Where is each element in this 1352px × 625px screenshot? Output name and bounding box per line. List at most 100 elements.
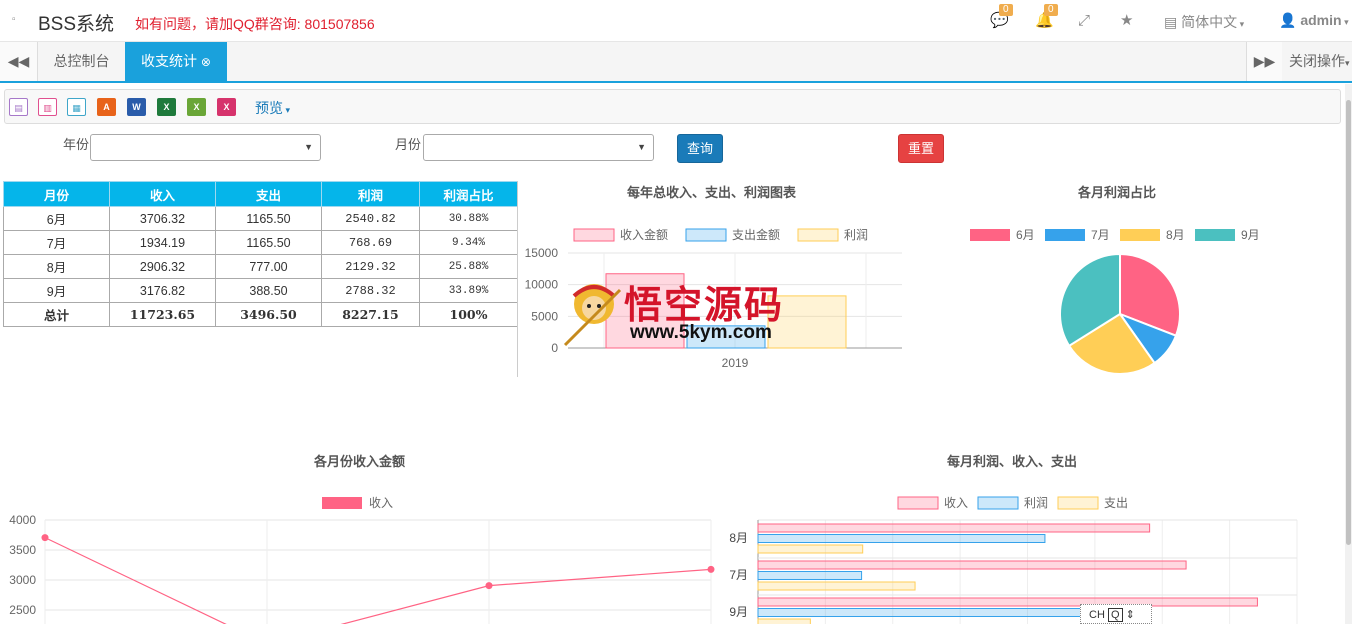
cell-total-share: 100% [419, 302, 518, 327]
print-preview-icon[interactable]: ▥ [38, 98, 57, 116]
table-row: 6月 3706.32 1165.50 2540.82 30.88% [3, 206, 518, 231]
cell-total-expense: 3496.50 [215, 302, 322, 327]
cell-total-label: 总计 [3, 302, 110, 327]
legend-label: 8月 [1166, 228, 1185, 242]
watermark-logo: 悟空源码 www.5kym.com [560, 270, 795, 350]
cell-income: 3176.82 [109, 278, 216, 303]
data-point [485, 582, 493, 590]
fullscreen-icon[interactable]: ⤢ [1078, 11, 1090, 31]
column-header: 月份 [3, 181, 110, 207]
cell-profit-share: 30.88% [419, 206, 518, 231]
legend-swatch [322, 497, 362, 509]
monthly-income-line-chart: 收入 4000 3500 3000 2500 [9, 496, 715, 624]
legend-label: 支出金额 [732, 227, 780, 242]
cell-month: 7月 [3, 230, 110, 255]
y-tick-label: 10000 [525, 278, 559, 292]
cell-profit: 2129.32 [321, 254, 420, 279]
bar-利润 [757, 608, 1101, 617]
star-icon[interactable]: ★ [1120, 11, 1133, 31]
data-point [41, 534, 49, 542]
language-icon: ▤ [1164, 14, 1182, 30]
legend-label: 利润 [844, 228, 868, 242]
preview-label: 预览 [255, 100, 283, 116]
app-brand: BSS系统 [38, 14, 115, 35]
cell-month: 6月 [3, 206, 110, 231]
legend-label: 7月 [1091, 228, 1110, 242]
year-select[interactable]: ▼ [90, 134, 321, 161]
close-tab-icon[interactable]: ⊗ [201, 55, 211, 69]
tab-income-expense[interactable]: 收支统计 ⊗ [125, 42, 227, 81]
qq-group-notice: 如有问题，请加QQ群咨询: 801507856 [135, 16, 375, 32]
legend-label: 支出 [1104, 496, 1128, 510]
legend-swatch [1057, 496, 1099, 510]
y-tick-label: 15000 [525, 246, 559, 260]
legend-swatch [1045, 229, 1085, 241]
messages-badge: 0 [999, 4, 1013, 16]
export-word-icon[interactable]: W [127, 98, 146, 116]
caret-down-icon: ▾ [283, 105, 291, 115]
data-point [707, 565, 715, 573]
export-pdf-icon[interactable]: A [97, 98, 116, 116]
query-button[interactable]: 查询 [677, 134, 723, 163]
notifications-button[interactable]: 🔔 0 [1035, 4, 1058, 31]
preview-dropdown[interactable]: 预览 ▾ [255, 98, 290, 118]
year-label: 年份 [63, 137, 90, 152]
legend-label: 收入金额 [620, 227, 668, 242]
tab-scroll-right-button[interactable]: ▶▶ [1246, 42, 1282, 81]
y-tick-label: 7月 [729, 568, 748, 582]
legend-swatch [897, 496, 939, 510]
legend-swatch [1195, 229, 1235, 241]
legend-label: 收入 [369, 496, 393, 510]
legend-label: 9月 [1241, 228, 1260, 242]
chart-title-yearly: 每年总收入、支出、利润图表 [627, 185, 797, 200]
caret-down-icon: ▾ [1237, 19, 1245, 29]
language-dropdown[interactable]: ▤ 简体中文 ▾ [1164, 12, 1244, 32]
bar-收入 [757, 523, 1151, 533]
bar-支出 [757, 618, 811, 624]
y-tick-label: 3000 [9, 573, 36, 587]
month-label: 月份 [395, 137, 422, 152]
cell-expense: 777.00 [215, 254, 322, 279]
bar-收入 [757, 597, 1258, 607]
column-header: 支出 [215, 181, 322, 207]
tab-label: 总控制台 [53, 53, 110, 69]
legend-swatch [573, 228, 615, 242]
cell-income: 2906.32 [109, 254, 216, 279]
caret-down-icon: ▼ [637, 142, 646, 152]
tab-scroll-left-button[interactable]: ◀◀ [0, 42, 38, 81]
messages-button[interactable]: 💬 0 [990, 4, 1013, 31]
cell-expense: 1165.50 [215, 206, 322, 231]
cell-expense: 1165.50 [215, 230, 322, 255]
reset-button[interactable]: 重置 [898, 134, 944, 163]
notifications-badge: 0 [1044, 4, 1058, 16]
search-icon: Q [1107, 608, 1123, 622]
top-bar: ▫ BSS系统 如有问题，请加QQ群咨询: 801507856 💬 0 🔔 0 … [0, 0, 1352, 42]
print-icon[interactable]: ▤ [9, 98, 28, 116]
tab-dashboard[interactable]: 总控制台 [38, 42, 125, 81]
month-select[interactable]: ▼ [423, 134, 654, 161]
language-label: 简体中文 [1181, 14, 1238, 30]
caret-down-icon: ▼ [304, 142, 313, 152]
y-tick-label: 4000 [9, 513, 36, 527]
column-header: 利润占比 [419, 181, 518, 207]
export-excel-icon[interactable]: X [157, 98, 176, 116]
cell-profit: 768.69 [321, 230, 420, 255]
print-setup-icon[interactable]: ▦ [67, 98, 86, 116]
close-operations-dropdown[interactable]: 关闭操作▾ [1282, 42, 1352, 81]
table-total-row: 总计 11723.65 3496.50 8227.15 100% [3, 302, 518, 327]
cell-profit: 2540.82 [321, 206, 420, 231]
export-toolbar: ▤ ▥ ▦ A W X X X 预览 ▾ [4, 89, 1341, 124]
export-excel-xlsx-icon[interactable]: X [187, 98, 206, 116]
cell-profit-share: 25.88% [419, 254, 518, 279]
x-tick-label: 2019 [722, 356, 749, 370]
legend-label: 收入 [944, 496, 968, 510]
bar-利润 [757, 534, 1046, 543]
legend-swatch [797, 228, 839, 242]
cell-profit-share: 33.89% [419, 278, 518, 303]
user-menu[interactable]: 👤 admin ▾ [1279, 12, 1349, 29]
export-excel-alt-icon[interactable]: X [217, 98, 236, 116]
caret-icon: ⇕ [1125, 609, 1135, 621]
legend-swatch [1120, 229, 1160, 241]
ime-indicator[interactable]: CH Q ⇕ [1080, 604, 1152, 624]
scrollbar-thumb[interactable] [1346, 100, 1351, 545]
